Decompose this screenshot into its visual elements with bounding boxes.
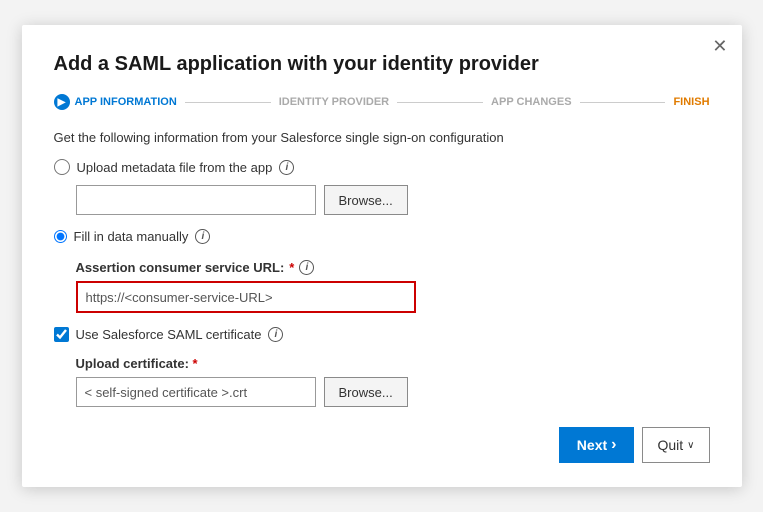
dialog-title: Add a SAML application with your identit… xyxy=(54,53,710,76)
next-chevron-icon: › xyxy=(611,436,616,454)
step-circle-app-information: ▶ xyxy=(54,94,70,110)
step-line-3 xyxy=(580,102,666,103)
step-icon-play: ▶ xyxy=(58,97,66,108)
saml-dialog: ✕ Add a SAML application with your ident… xyxy=(22,25,742,487)
next-button[interactable]: Next › xyxy=(559,427,635,463)
close-button[interactable]: ✕ xyxy=(712,37,727,55)
manual-radio-row: Fill in data manually i xyxy=(54,229,710,244)
upload-metadata-radio-row: Upload metadata file from the app i xyxy=(54,159,710,175)
manual-radio[interactable] xyxy=(54,230,67,243)
step-label-app-information: APP INFORMATION xyxy=(75,96,177,108)
file-upload-row: Browse... xyxy=(76,185,710,215)
cert-label-text: Upload certificate: xyxy=(76,356,189,371)
saml-cert-checkbox-row: Use Salesforce SAML certificate i xyxy=(54,327,710,342)
step-label-identity-provider: IDENTITY PROVIDER xyxy=(279,96,389,108)
stepper: ▶ APP INFORMATION IDENTITY PROVIDER APP … xyxy=(54,94,710,110)
quit-button[interactable]: Quit ∨ xyxy=(642,427,709,463)
step-app-information: ▶ APP INFORMATION xyxy=(54,94,177,110)
assertion-info-icon: i xyxy=(299,260,314,275)
assertion-required-star: * xyxy=(289,260,294,275)
quit-chevron-icon: ∨ xyxy=(687,440,694,451)
upload-metadata-radio[interactable] xyxy=(54,159,70,175)
cert-field-label: Upload certificate: * xyxy=(76,356,710,371)
assertion-label-text: Assertion consumer service URL: xyxy=(76,260,285,275)
close-icon: ✕ xyxy=(712,36,727,56)
step-finish: FINISH xyxy=(673,96,709,108)
manual-radio-label[interactable]: Fill in data manually xyxy=(74,229,189,244)
cert-browse-button[interactable]: Browse... xyxy=(324,377,408,407)
step-label-app-changes: APP CHANGES xyxy=(491,96,571,108)
cert-upload-row: Browse... xyxy=(76,377,710,407)
upload-metadata-label[interactable]: Upload metadata file from the app xyxy=(77,160,273,175)
info-text: Get the following information from your … xyxy=(54,130,710,145)
cert-required-star: * xyxy=(193,356,198,371)
assertion-field-label: Assertion consumer service URL: * i xyxy=(76,260,710,275)
next-label: Next xyxy=(577,437,607,453)
dialog-footer: Next › Quit ∨ xyxy=(54,427,710,463)
step-line-1 xyxy=(185,102,271,103)
quit-label: Quit xyxy=(657,437,683,453)
assertion-url-input[interactable] xyxy=(76,281,416,313)
saml-cert-label[interactable]: Use Salesforce SAML certificate xyxy=(76,327,262,342)
upload-info-icon: i xyxy=(279,160,294,175)
upload-browse-button[interactable]: Browse... xyxy=(324,185,408,215)
manual-info-icon: i xyxy=(195,229,210,244)
step-identity-provider: IDENTITY PROVIDER xyxy=(279,96,389,108)
step-line-2 xyxy=(397,102,483,103)
step-label-finish: FINISH xyxy=(673,96,709,108)
cert-info-icon: i xyxy=(268,327,283,342)
assertion-url-wrapper xyxy=(76,281,710,313)
file-input[interactable] xyxy=(76,185,316,215)
step-app-changes: APP CHANGES xyxy=(491,96,571,108)
saml-cert-checkbox[interactable] xyxy=(54,327,69,342)
cert-file-input[interactable] xyxy=(76,377,316,407)
